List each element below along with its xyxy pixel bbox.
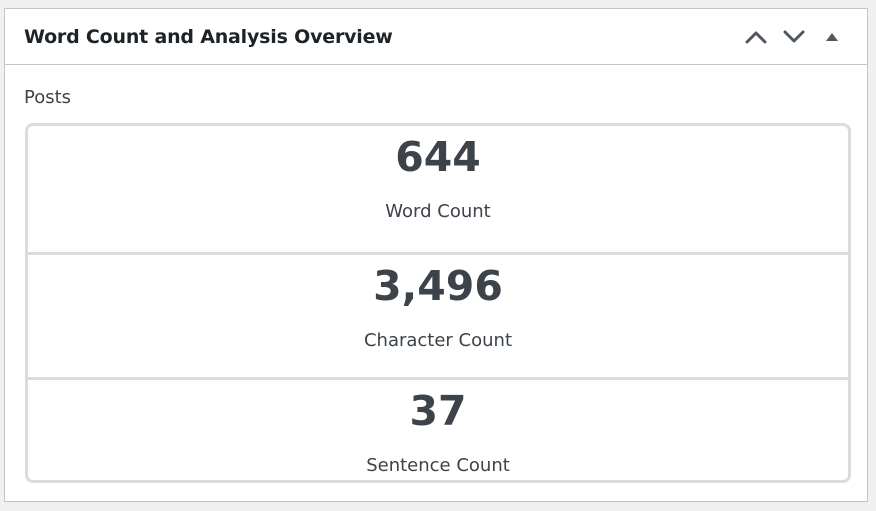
stat-word-count: 644 Word Count [28,126,848,255]
triangle-up-icon [826,32,838,41]
stats-box: 644 Word Count 3,496 Character Count 37 … [25,123,851,483]
chevron-down-icon [783,30,805,42]
stat-value: 644 [395,133,481,181]
word-count-widget: Word Count and Analysis Overview Posts 6… [4,8,868,502]
stat-label: Word Count [385,201,491,222]
section-label-posts: Posts [24,87,72,108]
stat-value: 3,496 [373,262,503,310]
stat-label: Sentence Count [366,455,510,476]
stat-character-count: 3,496 Character Count [28,252,848,380]
widget-controls [737,18,851,56]
widget-header: Word Count and Analysis Overview [5,9,867,65]
toggle-panel-button[interactable] [813,18,851,56]
stat-value: 37 [409,387,467,435]
move-up-button[interactable] [737,18,775,56]
stat-label: Character Count [363,330,513,351]
move-down-button[interactable] [775,18,813,56]
chevron-up-icon [745,31,767,43]
widget-title: Word Count and Analysis Overview [24,25,393,48]
stat-sentence-count: 37 Sentence Count [28,377,848,480]
